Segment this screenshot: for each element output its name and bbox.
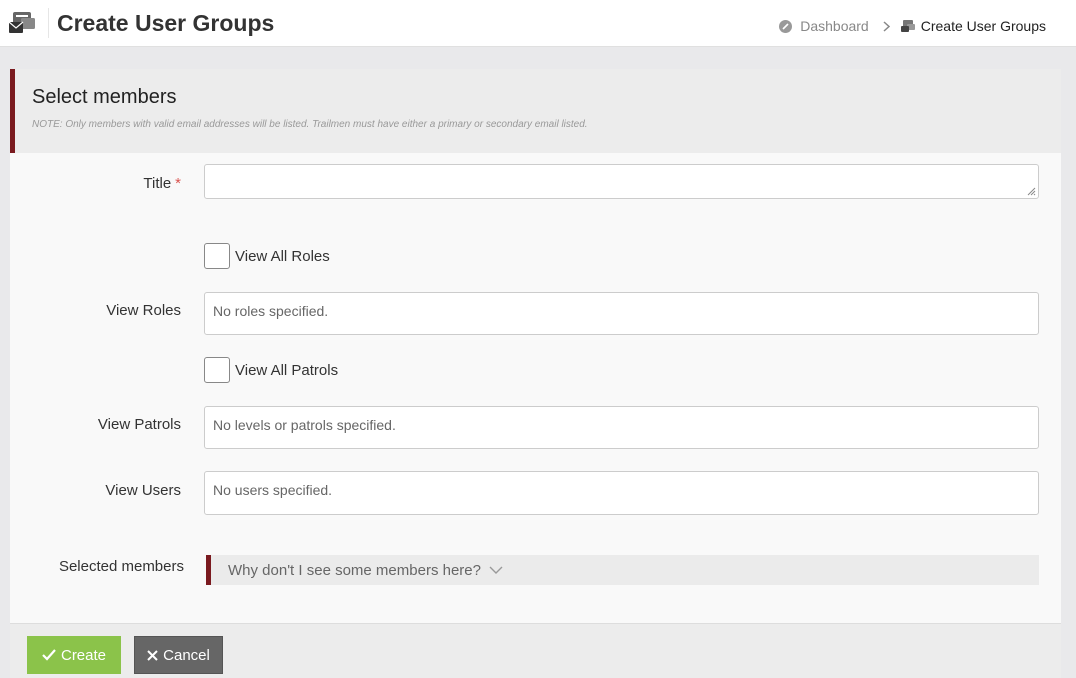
create-button-label: Create bbox=[60, 646, 107, 664]
view-patrols-label: View Patrols bbox=[97, 416, 181, 433]
selected-members-label: Selected members bbox=[58, 558, 184, 575]
header-divider bbox=[48, 8, 49, 38]
top-bar: Create User Groups Dashboard Create User… bbox=[0, 0, 1076, 47]
resize-handle-icon[interactable] bbox=[1027, 187, 1036, 196]
view-users-field[interactable]: No users specified. bbox=[204, 471, 1039, 515]
accordion-label: Why don't I see some members here? bbox=[228, 561, 481, 579]
panel-heading: Select members bbox=[32, 86, 177, 108]
view-roles-label: View Roles bbox=[106, 302, 181, 319]
breadcrumb-current: Create User Groups bbox=[900, 18, 1046, 34]
view-patrols-placeholder: No levels or patrols specified. bbox=[213, 417, 396, 433]
chevron-right-icon bbox=[883, 20, 890, 32]
check-icon bbox=[42, 649, 56, 661]
view-all-roles-label: View All Roles bbox=[235, 247, 330, 265]
page-title: Create User Groups bbox=[57, 10, 275, 36]
view-all-patrols-row: View All Patrols bbox=[204, 357, 338, 383]
view-all-roles-row: View All Roles bbox=[204, 243, 330, 269]
view-all-roles-checkbox[interactable] bbox=[204, 243, 230, 269]
select-members-panel: Select members NOTE: Only members with v… bbox=[10, 69, 1061, 678]
breadcrumb: Dashboard Create User Groups bbox=[779, 18, 1046, 34]
dashboard-icon bbox=[779, 19, 793, 33]
view-users-placeholder: No users specified. bbox=[213, 482, 333, 498]
form-footer: Create Cancel bbox=[10, 623, 1061, 678]
title-textarea[interactable] bbox=[204, 164, 1039, 199]
close-icon bbox=[147, 649, 158, 661]
user-groups-icon bbox=[8, 10, 36, 36]
chevron-down-icon bbox=[489, 566, 503, 574]
cancel-button[interactable]: Cancel bbox=[134, 636, 223, 674]
view-all-patrols-checkbox[interactable] bbox=[204, 357, 230, 383]
why-dont-i-see-members-toggle[interactable]: Why don't I see some members here? bbox=[206, 555, 1039, 585]
panel-header: Select members NOTE: Only members with v… bbox=[10, 69, 1061, 153]
breadcrumb-dashboard-label: Dashboard bbox=[800, 18, 869, 34]
view-users-label: View Users bbox=[105, 482, 181, 499]
view-roles-field[interactable]: No roles specified. bbox=[204, 292, 1039, 335]
breadcrumb-current-label: Create User Groups bbox=[920, 18, 1046, 34]
cancel-button-label: Cancel bbox=[163, 646, 210, 664]
panel-note: NOTE: Only members with valid email addr… bbox=[32, 119, 588, 130]
title-label: Title * bbox=[10, 175, 181, 192]
view-roles-placeholder: No roles specified. bbox=[213, 303, 329, 319]
breadcrumb-dashboard-link[interactable]: Dashboard bbox=[779, 18, 869, 34]
title-label-text: Title bbox=[143, 175, 172, 192]
view-patrols-field[interactable]: No levels or patrols specified. bbox=[204, 406, 1039, 449]
view-all-patrols-label: View All Patrols bbox=[235, 361, 339, 379]
create-button[interactable]: Create bbox=[27, 636, 121, 674]
required-mark: * bbox=[175, 175, 181, 192]
user-groups-icon bbox=[900, 20, 915, 32]
